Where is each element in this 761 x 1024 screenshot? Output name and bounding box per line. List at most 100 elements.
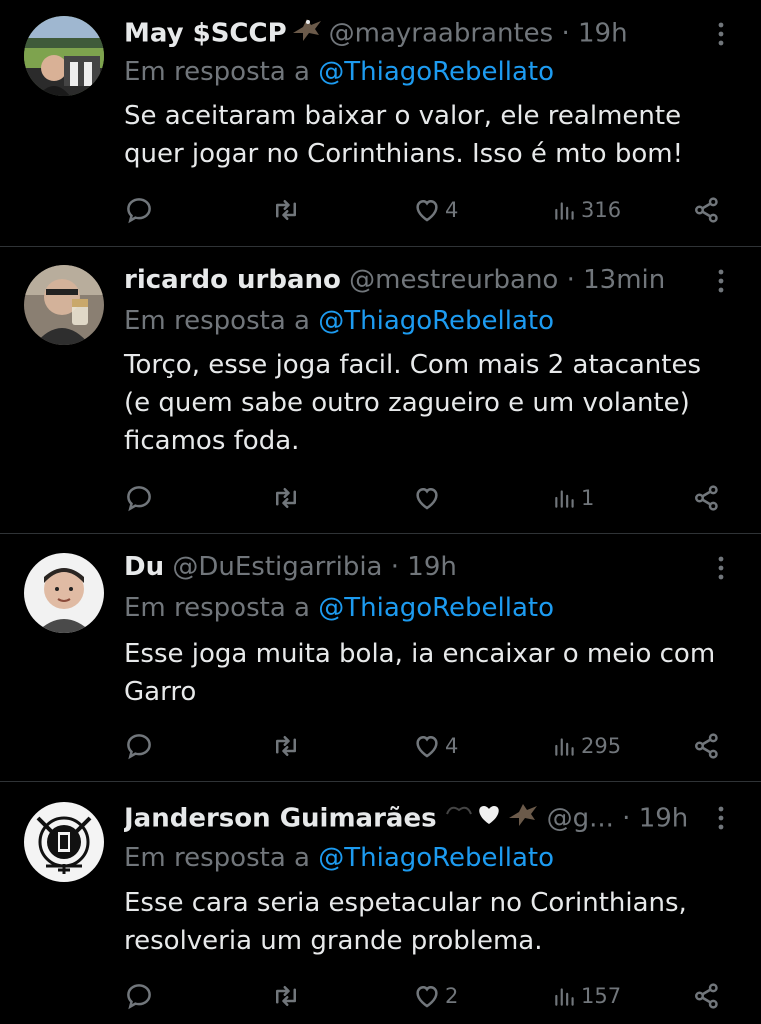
avatar[interactable] xyxy=(24,16,104,96)
heart-icon xyxy=(416,487,438,510)
retweet-button[interactable] xyxy=(270,726,302,766)
timestamp[interactable]: 19h xyxy=(639,804,689,834)
handle[interactable]: @DuEstigarribia xyxy=(172,552,382,582)
tweet[interactable]: May $SCCP @mayraabrantes · 19h Em respos… xyxy=(0,0,761,246)
separator-dot: · xyxy=(561,18,570,49)
views-button[interactable]: 157 xyxy=(552,976,621,1016)
retweet-icon xyxy=(276,200,296,220)
avatar[interactable] xyxy=(24,802,104,882)
reply-context: Em resposta a @ThiagoRebellato xyxy=(124,590,554,626)
views-button[interactable]: 295 xyxy=(552,726,621,766)
reply-prefix: Em resposta a xyxy=(124,843,310,873)
reply-icon xyxy=(127,198,151,224)
views-icon xyxy=(555,202,574,220)
like-button[interactable] xyxy=(412,478,445,518)
reply-button[interactable] xyxy=(124,190,154,230)
action-bar: 4 295 xyxy=(124,726,734,766)
views-icon xyxy=(555,988,574,1006)
avatar[interactable] xyxy=(24,265,104,345)
more-icon[interactable] xyxy=(711,802,731,834)
avatar[interactable] xyxy=(24,553,104,633)
reply-prefix: Em resposta a xyxy=(124,593,310,623)
reply-mention-link[interactable]: @ThiagoRebellato xyxy=(318,593,554,623)
tweet-text: Esse cara seria espetacular no Corinthia… xyxy=(124,888,687,956)
reply-icon xyxy=(127,486,151,512)
retweet-button[interactable] xyxy=(270,478,302,518)
reply-icon xyxy=(127,984,151,1010)
views-button[interactable]: 316 xyxy=(552,190,621,230)
tweet-header: ricardo urbano @mestreurbano · 13min xyxy=(124,262,701,298)
display-name[interactable]: ricardo urbano xyxy=(124,265,341,295)
share-button[interactable] xyxy=(692,478,722,518)
reply-mention-link[interactable]: @ThiagoRebellato xyxy=(318,843,554,873)
retweet-icon xyxy=(276,736,296,756)
share-button[interactable] xyxy=(692,976,722,1016)
reply-icon xyxy=(127,734,151,760)
reply-mention-link[interactable]: @ThiagoRebellato xyxy=(318,306,554,336)
like-count: 4 xyxy=(445,734,459,758)
heart-icon xyxy=(416,735,438,758)
tweet-header: Janderson Guimarães @g... · 19h xyxy=(124,800,701,836)
share-button[interactable] xyxy=(692,190,722,230)
display-name[interactable]: Du xyxy=(124,552,164,582)
tweet[interactable]: Janderson Guimarães @g... · 19h Em respo… xyxy=(0,782,761,1024)
share-icon xyxy=(695,733,718,759)
action-bar: 1 xyxy=(124,478,734,518)
like-count: 2 xyxy=(445,984,459,1008)
heart-icon xyxy=(416,199,438,222)
more-icon[interactable] xyxy=(711,552,731,584)
reply-feed: May $SCCP @mayraabrantes · 19h Em respos… xyxy=(0,0,761,1024)
retweet-icon xyxy=(276,986,296,1006)
share-button[interactable] xyxy=(692,726,722,766)
share-icon xyxy=(695,197,718,223)
reply-prefix: Em resposta a xyxy=(124,57,310,87)
action-bar: 2 157 xyxy=(124,976,734,1016)
retweet-button[interactable] xyxy=(270,190,302,230)
heart-icon xyxy=(416,985,438,1008)
views-button[interactable]: 1 xyxy=(552,478,594,518)
view-count: 316 xyxy=(581,198,622,222)
separator-dot: · xyxy=(390,552,400,582)
more-icon[interactable] xyxy=(711,265,731,297)
like-button[interactable]: 2 xyxy=(412,976,458,1016)
view-count: 157 xyxy=(581,984,622,1008)
view-count: 295 xyxy=(581,734,622,758)
reply-prefix: Em resposta a xyxy=(124,306,310,336)
handle[interactable]: @mayraabrantes xyxy=(329,19,554,49)
tweet[interactable]: Du @DuEstigarribia · 19h Em resposta a @… xyxy=(0,534,761,781)
retweet-icon xyxy=(276,488,296,508)
tweet-text: Esse joga muita bola, ia encaixar o meio… xyxy=(124,639,716,707)
display-name[interactable]: Janderson Guimarães xyxy=(124,804,437,834)
tweet-header: Du @DuEstigarribia · 19h xyxy=(124,549,701,585)
reply-button[interactable] xyxy=(124,726,154,766)
like-button[interactable]: 4 xyxy=(412,726,458,766)
like-count: 4 xyxy=(445,198,459,222)
share-icon xyxy=(695,485,718,511)
timestamp[interactable]: 19h xyxy=(407,552,457,582)
timestamp[interactable]: 19h xyxy=(578,19,628,49)
views-icon xyxy=(555,738,574,756)
separator-dot: · xyxy=(622,803,631,834)
display-name[interactable]: May $SCCP xyxy=(124,19,287,49)
timestamp[interactable]: 13min xyxy=(583,265,665,295)
more-icon[interactable] xyxy=(711,18,731,50)
tweet-text: Torço, esse joga facil. Com mais 2 ataca… xyxy=(124,350,702,456)
action-bar: 4 316 xyxy=(124,190,734,230)
hearts-eagle-emoji-icon xyxy=(441,800,541,836)
separator-dot: · xyxy=(566,265,575,295)
reply-mention-link[interactable]: @ThiagoRebellato xyxy=(318,57,554,87)
like-button[interactable]: 4 xyxy=(412,190,458,230)
handle[interactable]: @mestreurbano xyxy=(349,265,558,295)
retweet-button[interactable] xyxy=(270,976,302,1016)
eagle-emoji-icon xyxy=(291,15,323,51)
tweet-header: May $SCCP @mayraabrantes · 19h xyxy=(124,15,701,51)
reply-button[interactable] xyxy=(124,976,154,1016)
tweet[interactable]: ricardo urbano @mestreurbano · 13min Em … xyxy=(0,247,761,533)
views-icon xyxy=(555,490,574,508)
reply-button[interactable] xyxy=(124,478,154,518)
reply-context: Em resposta a @ThiagoRebellato xyxy=(124,54,554,90)
reply-context: Em resposta a @ThiagoRebellato xyxy=(124,840,554,876)
handle[interactable]: @g... xyxy=(547,804,614,834)
share-icon xyxy=(695,983,718,1009)
reply-context: Em resposta a @ThiagoRebellato xyxy=(124,303,554,339)
